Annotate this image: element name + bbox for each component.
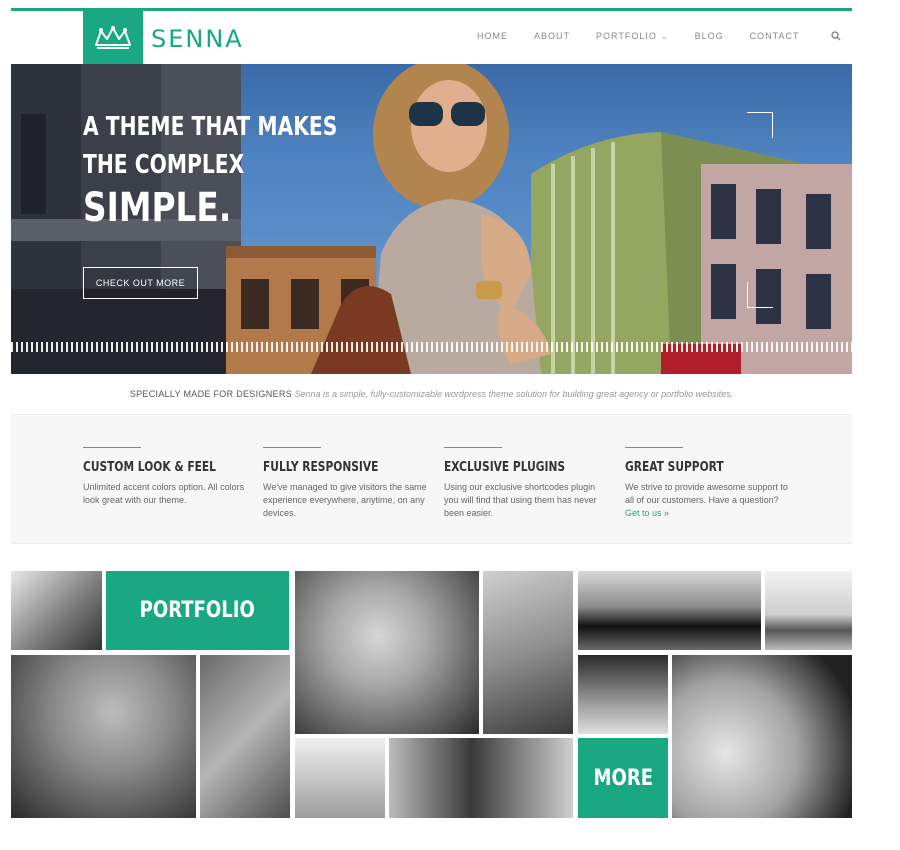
feature-text: We've managed to give visitors the same … <box>263 482 427 518</box>
nav-item-portfolio[interactable]: PORTFOLIO ⌄ <box>596 31 669 41</box>
feature-title: GREAT SUPPORT <box>625 460 724 475</box>
portfolio-label: PORTFOLIO <box>139 598 256 623</box>
feature-text: Unlimited accent colors option. All colo… <box>83 482 245 505</box>
portfolio-tile-sweater[interactable] <box>200 655 290 818</box>
feature-title: FULLY RESPONSIVE <box>263 460 379 475</box>
site-header: SENNA HOME ABOUT PORTFOLIO ⌄ BLOG CONTACT <box>11 11 852 64</box>
crown-icon <box>95 25 131 49</box>
portfolio-tile-white-car[interactable] <box>578 655 668 734</box>
portfolio-tile-man-sunglasses[interactable] <box>295 571 479 734</box>
portfolio-label-tile[interactable]: PORTFOLIO <box>106 571 289 650</box>
nav-item-contact[interactable]: CONTACT <box>750 31 800 41</box>
corner-bracket-bottom-left <box>747 282 773 308</box>
hero-headline: A THEME THAT MAKES THE COMPLEX SIMPLE. <box>83 108 409 232</box>
feature-responsive: FULLY RESPONSIVE We've managed to give v… <box>263 447 428 520</box>
logo-mark[interactable] <box>83 11 143 64</box>
nav-item-about[interactable]: ABOUT <box>534 31 570 41</box>
nav-item-home[interactable]: HOME <box>477 31 508 41</box>
nav-item-portfolio-label: PORTFOLIO <box>596 31 657 41</box>
portfolio-tile-champagne[interactable] <box>295 738 385 818</box>
portfolio-tile-car-door[interactable] <box>672 655 852 818</box>
feature-rule <box>625 447 683 448</box>
hero-line-3: SIMPLE. <box>83 185 232 231</box>
feature-text: Using our exclusive shortcodes plugin yo… <box>444 482 597 518</box>
feature-rule <box>444 447 502 448</box>
search-icon[interactable] <box>831 31 841 41</box>
more-button[interactable]: MORE <box>578 738 668 818</box>
feature-custom-look: CUSTOM LOOK & FEEL Unlimited accent colo… <box>83 447 248 507</box>
hero-line-1: A THEME THAT MAKES <box>83 112 338 142</box>
portfolio-tile-arm[interactable] <box>483 571 573 734</box>
more-label: MORE <box>593 765 653 791</box>
tagline-lead: SPECIALLY MADE FOR DESIGNERS <box>129 389 292 399</box>
portfolio-tile-showroom[interactable] <box>765 571 852 650</box>
feature-plugins: EXCLUSIVE PLUGINS Using our exclusive sh… <box>444 447 609 520</box>
slider-progress-ticks[interactable] <box>11 342 852 352</box>
feature-rule <box>83 447 141 448</box>
brand-name[interactable]: SENNA <box>151 25 244 53</box>
portfolio-tile-watch[interactable] <box>11 571 102 650</box>
hero-banner: A THEME THAT MAKES THE COMPLEX SIMPLE. C… <box>11 64 852 374</box>
nav-item-blog[interactable]: BLOG <box>695 31 724 41</box>
portfolio-tile-black-car[interactable] <box>578 571 761 650</box>
feature-text: We strive to provide awesome support to … <box>625 481 790 520</box>
feature-title: EXCLUSIVE PLUGINS <box>444 460 566 475</box>
feature-support-text: We strive to provide awesome support to … <box>625 482 788 505</box>
check-out-more-button[interactable]: CHECK OUT MORE <box>83 267 198 299</box>
features-section: CUSTOM LOOK & FEEL Unlimited accent colo… <box>11 414 852 544</box>
feature-rule <box>263 447 321 448</box>
tagline: SPECIALLY MADE FOR DESIGNERS Senna is a … <box>11 389 852 399</box>
main-nav: HOME ABOUT PORTFOLIO ⌄ BLOG CONTACT <box>477 31 841 41</box>
feature-support: GREAT SUPPORT We strive to provide aweso… <box>625 447 790 520</box>
chevron-down-icon: ⌄ <box>660 32 669 41</box>
portfolio-tile-man-cardigan[interactable] <box>11 655 196 818</box>
feature-title: CUSTOM LOOK & FEEL <box>83 460 216 475</box>
corner-bracket-top-right <box>747 112 773 138</box>
hero-line-2: THE COMPLEX <box>83 150 245 180</box>
get-to-us-link[interactable]: Get to us » <box>625 508 669 518</box>
portfolio-tile-camera[interactable] <box>389 738 573 818</box>
tagline-description: Senna is a simple, fully-customizable wo… <box>294 389 734 399</box>
